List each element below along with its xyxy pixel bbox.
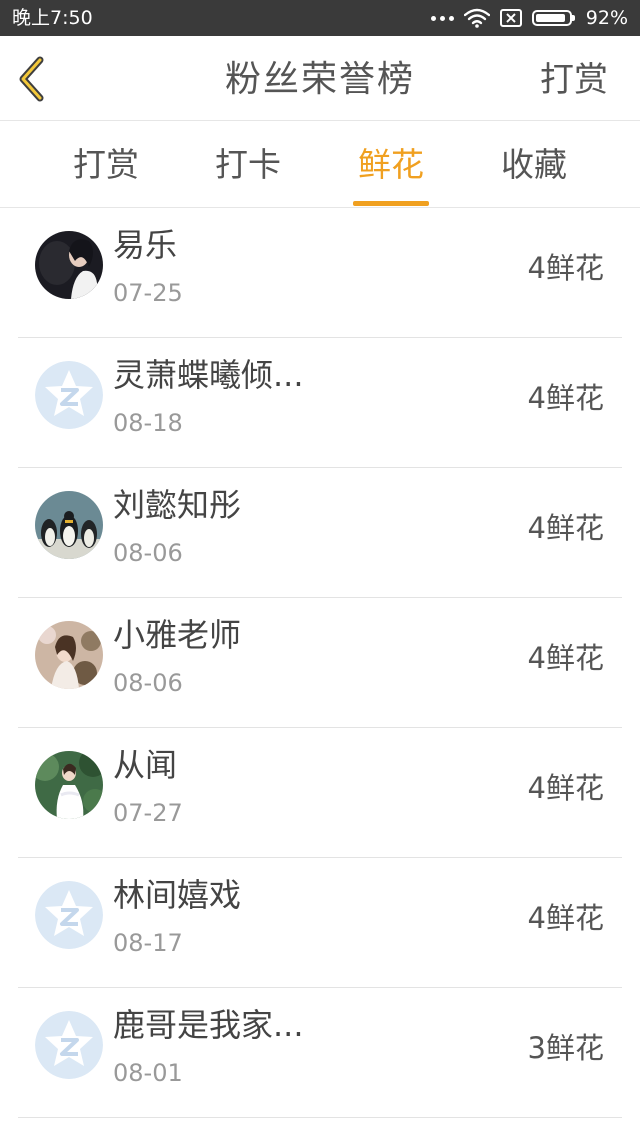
header: 粉丝荣誉榜 打赏 (0, 36, 640, 121)
flower-count: 4鲜花 (527, 381, 604, 415)
avatar (35, 621, 103, 689)
fan-list: 易乐 07-25 4鲜花 灵萧蝶曦倾... 08-18 4鲜花 刘懿知彤 08-… (18, 208, 622, 1118)
wifi-icon (463, 8, 490, 28)
default-avatar-icon (35, 361, 103, 429)
tab-reward[interactable]: 打赏 (46, 143, 166, 187)
default-avatar-icon (35, 1011, 103, 1079)
default-avatar-icon (35, 881, 103, 949)
status-time: 晚上7:50 (12, 7, 93, 29)
battery-icon (531, 10, 575, 26)
item-date: 07-25 (113, 279, 183, 307)
tab-bar: 打赏 打卡 鲜花 收藏 (0, 121, 640, 208)
battery-percent: 92% (585, 7, 628, 29)
list-item[interactable]: 易乐 07-25 4鲜花 (18, 208, 622, 338)
flower-count: 4鲜花 (527, 251, 604, 285)
item-name: 灵萧蝶曦倾... (113, 356, 304, 394)
list-item[interactable]: 刘懿知彤 08-06 4鲜花 (18, 468, 622, 598)
flower-count: 4鲜花 (527, 641, 604, 675)
item-date: 07-27 (113, 799, 183, 827)
item-date: 08-18 (113, 409, 183, 437)
tab-favorites[interactable]: 收藏 (474, 143, 594, 187)
avatar (35, 491, 103, 559)
status-icons: 92% (430, 6, 628, 30)
battery-level (535, 14, 565, 22)
item-name: 易乐 (113, 226, 178, 264)
tab-checkin[interactable]: 打卡 (188, 143, 308, 187)
list-item[interactable]: 林间嬉戏 08-17 4鲜花 (18, 858, 622, 988)
avatar (35, 231, 103, 299)
flower-count: 3鲜花 (527, 1031, 604, 1065)
list-item[interactable]: 从闻 07-27 4鲜花 (18, 728, 622, 858)
flower-count: 4鲜花 (527, 771, 604, 805)
item-name: 鹿哥是我家... (113, 1006, 304, 1044)
item-name: 刘懿知彤 (113, 486, 242, 524)
more-dots-icon (430, 15, 454, 21)
no-sim-icon (499, 9, 522, 27)
tab-active-indicator (353, 201, 429, 206)
item-date: 08-06 (113, 669, 183, 697)
list-item[interactable]: 鹿哥是我家... 08-01 3鲜花 (18, 988, 622, 1118)
item-date: 08-01 (113, 1059, 183, 1087)
avatar (35, 751, 103, 819)
flower-count: 4鲜花 (527, 511, 604, 545)
item-date: 08-17 (113, 929, 183, 957)
tab-flowers[interactable]: 鲜花 (331, 143, 451, 187)
item-name: 从闻 (113, 746, 178, 784)
status-bar: 晚上7:50 92% (0, 0, 640, 36)
flower-count: 4鲜花 (527, 901, 604, 935)
item-date: 08-06 (113, 539, 183, 567)
list-item[interactable]: 小雅老师 08-06 4鲜花 (18, 598, 622, 728)
reward-button[interactable]: 打赏 (540, 58, 608, 102)
item-name: 小雅老师 (113, 616, 242, 654)
item-name: 林间嬉戏 (113, 876, 242, 914)
list-item[interactable]: 灵萧蝶曦倾... 08-18 4鲜花 (18, 338, 622, 468)
